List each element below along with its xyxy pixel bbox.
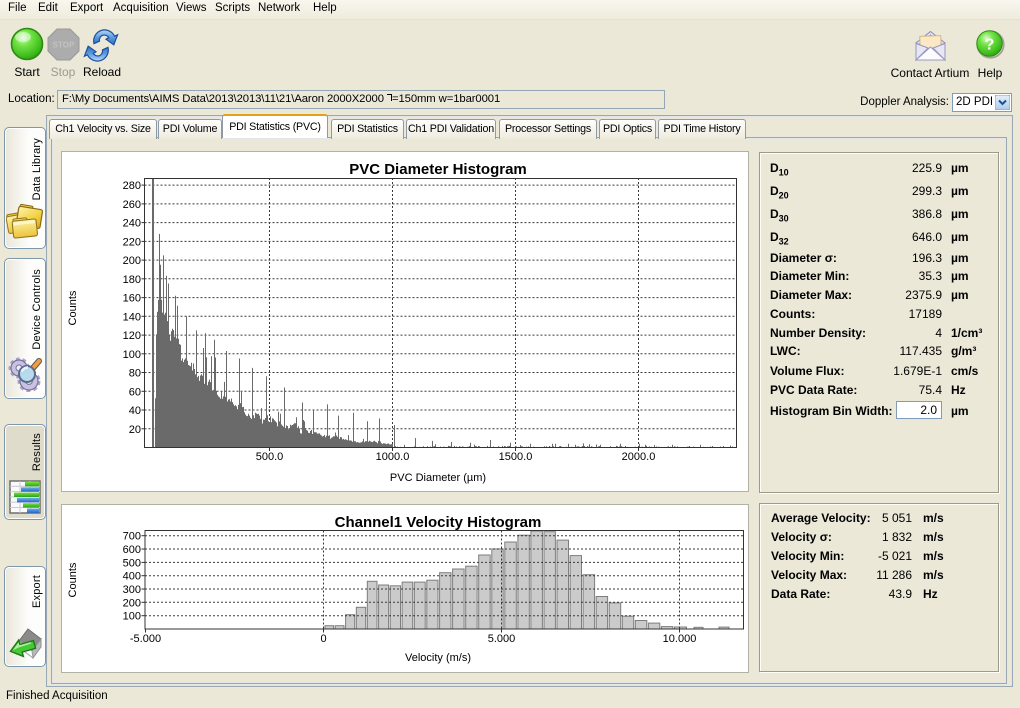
svg-text:200: 200: [123, 255, 141, 267]
svg-text:10.000: 10.000: [663, 633, 697, 645]
svg-text:500.0: 500.0: [256, 451, 284, 463]
svg-text:STOP: STOP: [53, 41, 75, 50]
svg-text:700: 700: [123, 531, 141, 543]
svg-text:Counts: Counts: [67, 290, 79, 325]
svg-text:180: 180: [123, 274, 141, 286]
svg-text:100: 100: [123, 349, 141, 361]
svg-text:Velocity (m/s): Velocity (m/s): [405, 652, 471, 664]
svg-text:240: 240: [123, 218, 141, 230]
svg-text:0: 0: [320, 633, 326, 645]
svg-text:300: 300: [123, 584, 141, 596]
svg-text:1000.0: 1000.0: [376, 451, 410, 463]
svg-text:400: 400: [123, 571, 141, 583]
svg-text:Channel1 Velocity Histogram: Channel1 Velocity Histogram: [335, 514, 542, 531]
svg-text:PVC Diameter Histogram: PVC Diameter Histogram: [349, 161, 527, 178]
svg-text:PVC Diameter (µm): PVC Diameter (µm): [390, 472, 486, 484]
svg-text:Counts: Counts: [67, 562, 79, 597]
svg-text:200: 200: [123, 597, 141, 609]
svg-text:-5.000: -5.000: [130, 633, 161, 645]
svg-text:280: 280: [123, 180, 141, 192]
svg-text:1500.0: 1500.0: [499, 451, 533, 463]
svg-text:5.000: 5.000: [488, 633, 516, 645]
svg-text:120: 120: [123, 330, 141, 342]
svg-text:160: 160: [123, 293, 141, 305]
svg-text:60: 60: [129, 386, 141, 398]
svg-text:500: 500: [123, 557, 141, 569]
svg-text:40: 40: [129, 405, 141, 417]
svg-text:2000.0: 2000.0: [622, 451, 656, 463]
svg-text:140: 140: [123, 311, 141, 323]
svg-text:220: 220: [123, 236, 141, 248]
svg-text:260: 260: [123, 199, 141, 211]
svg-text:20: 20: [129, 424, 141, 436]
svg-text:100: 100: [123, 611, 141, 623]
svg-text:80: 80: [129, 368, 141, 380]
svg-text:?: ?: [985, 37, 995, 54]
svg-text:600: 600: [123, 544, 141, 556]
